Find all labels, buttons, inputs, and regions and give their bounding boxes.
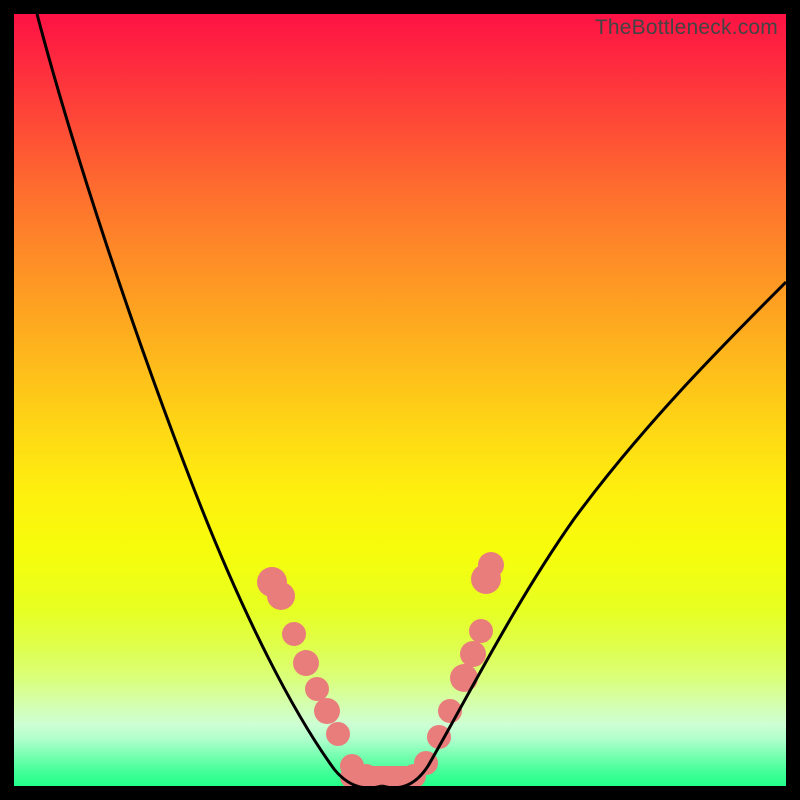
data-dot xyxy=(326,722,350,746)
dot-group xyxy=(257,552,504,786)
data-dot xyxy=(478,552,504,578)
data-dot xyxy=(469,619,493,643)
chart-svg xyxy=(14,14,786,786)
plot-area: TheBottleneck.com xyxy=(14,14,786,786)
data-dot xyxy=(293,650,319,676)
data-dot xyxy=(314,698,340,724)
left-curve xyxy=(37,14,382,786)
data-dot xyxy=(460,641,486,667)
chart-frame: TheBottleneck.com xyxy=(0,0,800,800)
data-dot xyxy=(282,622,306,646)
data-dot xyxy=(267,582,295,610)
data-dot xyxy=(450,664,478,692)
data-dot xyxy=(305,677,329,701)
